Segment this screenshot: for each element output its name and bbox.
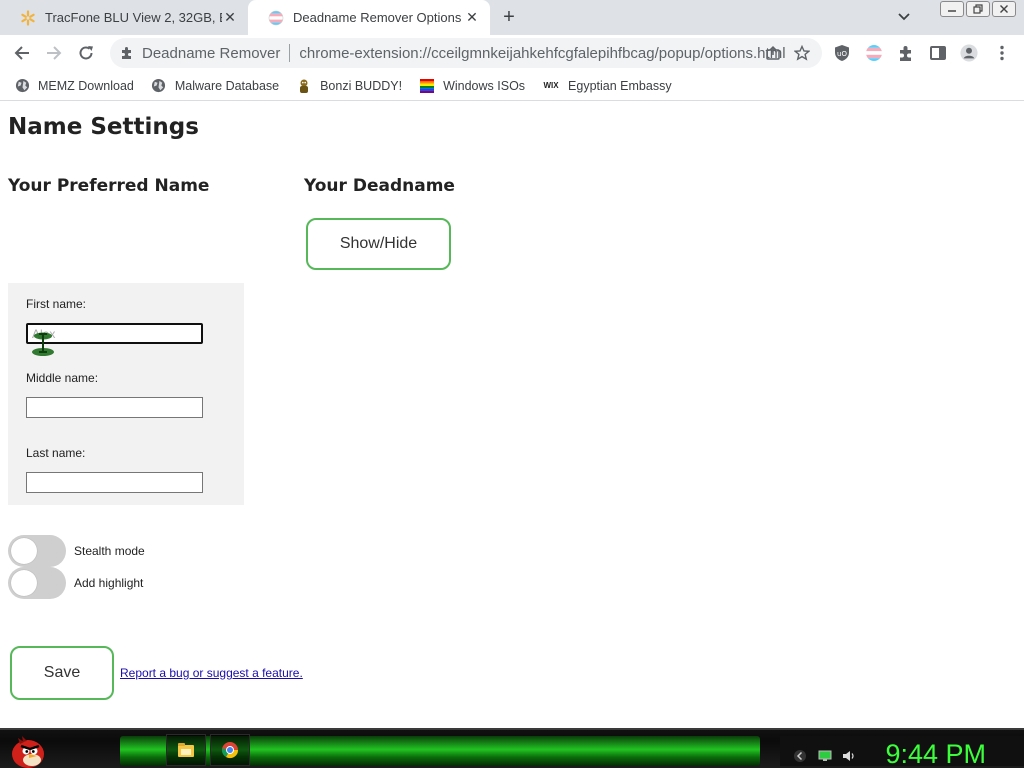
tab-deadname-options[interactable]: Deadname Remover Options ✕ [248, 0, 490, 35]
trans-flag-extension-icon[interactable] [865, 44, 883, 62]
extension-chip: Deadname Remover [142, 44, 281, 62]
tab-title: Deadname Remover Options [293, 10, 462, 25]
system-tray: 9:44 PM [780, 736, 1024, 768]
star-icon[interactable] [794, 45, 810, 61]
stealth-mode-label: Stealth mode [74, 544, 145, 558]
chevron-down-icon[interactable] [894, 8, 914, 26]
bookmark-malware-database[interactable]: Malware Database [151, 78, 279, 94]
bookmark-label: Egyptian Embassy [568, 78, 672, 93]
trans-flag-icon [268, 10, 284, 26]
bookmark-label: MEMZ Download [38, 78, 134, 93]
bookmark-label: Bonzi BUDDY! [320, 78, 403, 93]
browser-toolbar: Deadname Remover chrome-extension://ccei… [0, 35, 1024, 71]
kebab-menu-icon[interactable] [993, 44, 1011, 62]
omnibox-divider [289, 44, 291, 62]
add-highlight-toggle[interactable] [8, 567, 66, 599]
bookmarks-bar: MEMZ Download Malware Database Bonzi BUD… [0, 71, 1024, 101]
middle-name-label: Middle name: [26, 371, 99, 385]
preferred-name-form: First name: Alex Middle name: Last name: [8, 283, 244, 505]
save-button[interactable]: Save [10, 646, 114, 700]
minimize-icon[interactable] [940, 1, 964, 17]
tab-strip: TracFone BLU View 2, 32GB, Black ✕ Deadn… [0, 0, 1024, 35]
wix-icon: WIX [543, 81, 559, 90]
profile-avatar-icon[interactable] [960, 44, 978, 62]
bonzi-icon [296, 78, 312, 94]
bookmark-label: Malware Database [174, 78, 280, 93]
back-icon[interactable] [10, 41, 34, 65]
last-name-input[interactable] [26, 472, 203, 493]
close-window-icon[interactable] [992, 1, 1016, 17]
new-tab-icon[interactable]: + [498, 6, 520, 28]
report-bug-link[interactable]: Report a bug or suggest a feature. [120, 666, 303, 680]
globe-icon [14, 78, 30, 94]
close-tab-icon[interactable]: ✕ [222, 9, 238, 26]
globe-icon [151, 78, 167, 94]
stealth-mode-row: Stealth mode [8, 535, 145, 567]
restore-icon[interactable] [966, 1, 990, 17]
tab-title: TracFone BLU View 2, 32GB, Black [45, 10, 222, 25]
stealth-mode-toggle[interactable] [8, 535, 66, 567]
preferred-name-heading: Your Preferred Name [8, 176, 210, 196]
show-hide-button[interactable]: Show/Hide [306, 218, 451, 270]
toggle-knob [11, 570, 37, 596]
middle-name-input[interactable] [26, 397, 203, 418]
bookmark-windows-isos[interactable]: Windows ISOs [419, 78, 525, 94]
svg-text:uO: uO [837, 50, 847, 58]
windows-flag-icon [419, 78, 435, 94]
screen: TracFone BLU View 2, 32GB, Black ✕ Deadn… [0, 0, 1024, 768]
reload-icon[interactable] [74, 41, 98, 65]
add-highlight-label: Add highlight [74, 576, 144, 590]
window-controls [940, 1, 1016, 17]
walmart-spark-icon [20, 9, 36, 26]
text-cursor-icon [28, 330, 58, 360]
toggle-knob [11, 538, 37, 564]
taskbar-chrome-icon[interactable] [210, 734, 250, 766]
bookmark-label: Windows ISOs [443, 78, 526, 93]
forward-icon[interactable] [42, 41, 66, 65]
share-icon[interactable] [765, 45, 781, 61]
bookmark-memz[interactable]: MEMZ Download [14, 78, 134, 94]
options-page: Name Settings Your Preferred Name Your D… [0, 102, 1024, 728]
deadname-heading: Your Deadname [304, 176, 455, 196]
taskbar: 9:44 PM [0, 728, 1024, 768]
bookmark-bonzi-buddy[interactable]: Bonzi BUDDY! [296, 78, 402, 94]
puzzle-icon [119, 45, 135, 61]
page-title: Name Settings [8, 114, 199, 140]
ublock-icon[interactable]: uO [833, 44, 851, 62]
address-bar[interactable]: Deadname Remover chrome-extension://ccei… [110, 38, 822, 68]
taskbar-explorer-folder-icon[interactable] [166, 734, 206, 766]
show-hidden-icons-icon[interactable] [793, 749, 807, 763]
side-panel-icon[interactable] [929, 44, 947, 62]
network-monitor-icon[interactable] [818, 749, 832, 763]
last-name-label: Last name: [26, 446, 86, 460]
add-highlight-row: Add highlight [8, 567, 143, 599]
volume-icon[interactable] [842, 749, 856, 763]
url-text[interactable]: chrome-extension://cceilgmnkeijahkehfcgf… [299, 45, 785, 62]
start-button-angry-bird-icon[interactable] [6, 730, 50, 768]
extensions-puzzle-icon[interactable] [897, 44, 915, 62]
close-tab-icon[interactable]: ✕ [464, 9, 480, 26]
first-name-label: First name: [26, 297, 87, 311]
taskbar-clock[interactable]: 9:44 PM [885, 739, 986, 768]
tab-tracfone[interactable]: TracFone BLU View 2, 32GB, Black ✕ [0, 0, 248, 35]
bookmark-egyptian-embassy[interactable]: WIX Egyptian Embassy [542, 78, 672, 94]
